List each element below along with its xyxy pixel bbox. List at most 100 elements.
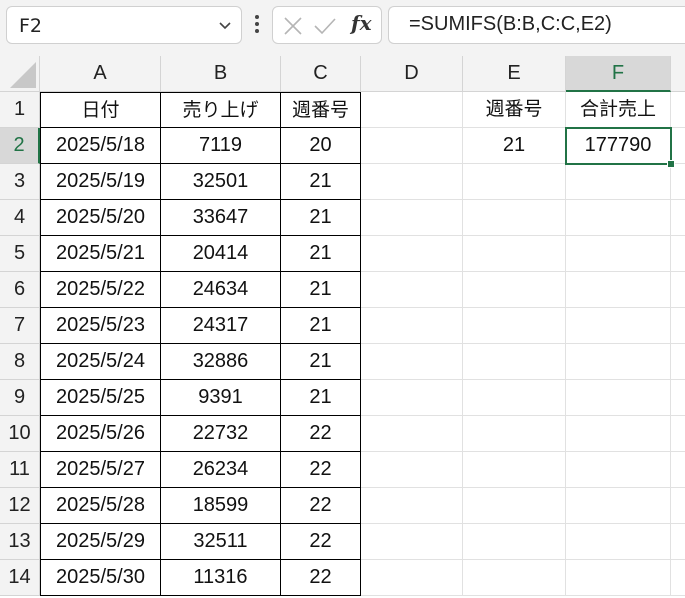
insert-function-button[interactable]: fx — [351, 11, 372, 35]
cell[interactable] — [361, 164, 463, 200]
table-cell[interactable]: 20414 — [161, 236, 281, 272]
cell[interactable] — [671, 272, 685, 308]
table-cell[interactable]: 21 — [281, 308, 361, 344]
enter-check-icon[interactable] — [313, 16, 337, 36]
row-header-4[interactable]: 4 — [0, 200, 40, 236]
column-header-f[interactable]: F — [566, 56, 671, 92]
cell[interactable] — [671, 488, 685, 524]
table-cell[interactable]: 21 — [281, 200, 361, 236]
table-cell[interactable]: 32501 — [161, 164, 281, 200]
row-header-3[interactable]: 3 — [0, 164, 40, 200]
column-header-c[interactable]: C — [281, 56, 361, 92]
table-cell[interactable]: 2025/5/30 — [40, 560, 161, 596]
select-all-button[interactable] — [0, 56, 40, 92]
cell[interactable] — [361, 308, 463, 344]
cell[interactable] — [566, 164, 671, 200]
row-header-6[interactable]: 6 — [0, 272, 40, 308]
table-cell[interactable]: 2025/5/24 — [40, 344, 161, 380]
table-cell[interactable]: 2025/5/25 — [40, 380, 161, 416]
table-cell[interactable]: 22 — [281, 524, 361, 560]
table-cell[interactable]: 日付 — [40, 92, 161, 128]
cell[interactable] — [566, 236, 671, 272]
table-cell[interactable]: 9391 — [161, 380, 281, 416]
cell[interactable] — [566, 416, 671, 452]
cell[interactable] — [671, 128, 685, 164]
row-header-2[interactable]: 2 — [0, 128, 40, 164]
table-cell[interactable]: 21 — [281, 272, 361, 308]
cell[interactable] — [361, 236, 463, 272]
cell[interactable] — [671, 92, 685, 128]
row-header-12[interactable]: 12 — [0, 488, 40, 524]
table-cell[interactable]: 売り上げ — [161, 92, 281, 128]
fill-handle[interactable] — [667, 160, 675, 168]
table-cell[interactable]: 32511 — [161, 524, 281, 560]
cell[interactable] — [463, 524, 566, 560]
cell[interactable] — [463, 236, 566, 272]
cell[interactable] — [671, 164, 685, 200]
cancel-icon[interactable] — [283, 16, 303, 36]
table-cell[interactable]: 21 — [281, 380, 361, 416]
row-header-9[interactable]: 9 — [0, 380, 40, 416]
table-cell[interactable]: 22 — [281, 560, 361, 596]
cell[interactable] — [361, 344, 463, 380]
table-cell[interactable]: 32886 — [161, 344, 281, 380]
cell[interactable] — [361, 452, 463, 488]
cell[interactable] — [463, 272, 566, 308]
table-cell[interactable]: 2025/5/20 — [40, 200, 161, 236]
row-header-5[interactable]: 5 — [0, 236, 40, 272]
row-header-7[interactable]: 7 — [0, 308, 40, 344]
cell[interactable] — [463, 164, 566, 200]
formula-input[interactable]: =SUMIFS(B:B,C:C,E2) — [388, 6, 685, 44]
cell[interactable] — [361, 380, 463, 416]
column-header-b[interactable]: B — [161, 56, 281, 92]
row-header-10[interactable]: 10 — [0, 416, 40, 452]
cell[interactable] — [671, 452, 685, 488]
row-header-8[interactable]: 8 — [0, 344, 40, 380]
cell[interactable] — [671, 344, 685, 380]
table-cell[interactable]: 2025/5/21 — [40, 236, 161, 272]
cell[interactable] — [566, 344, 671, 380]
table-cell[interactable]: 22 — [281, 416, 361, 452]
cell[interactable] — [361, 200, 463, 236]
cell[interactable] — [463, 344, 566, 380]
table-cell[interactable]: 2025/5/18 — [40, 128, 161, 164]
cell[interactable] — [671, 200, 685, 236]
row-header-1[interactable]: 1 — [0, 92, 40, 128]
table-cell[interactable]: 2025/5/22 — [40, 272, 161, 308]
table-cell[interactable]: 2025/5/28 — [40, 488, 161, 524]
table-cell[interactable]: 2025/5/23 — [40, 308, 161, 344]
table-cell[interactable]: 2025/5/27 — [40, 452, 161, 488]
cell[interactable] — [566, 452, 671, 488]
cell[interactable] — [361, 488, 463, 524]
lookup-label-week[interactable]: 週番号 — [463, 92, 566, 128]
cell[interactable] — [671, 524, 685, 560]
name-box[interactable]: F2 — [6, 6, 242, 44]
table-cell[interactable]: 週番号 — [281, 92, 361, 128]
lookup-label-total[interactable]: 合計売上 — [566, 92, 671, 128]
cell[interactable] — [566, 308, 671, 344]
table-cell[interactable]: 26234 — [161, 452, 281, 488]
column-header-a[interactable]: A — [40, 56, 161, 92]
table-cell[interactable]: 2025/5/19 — [40, 164, 161, 200]
table-cell[interactable]: 11316 — [161, 560, 281, 596]
table-cell[interactable]: 7119 — [161, 128, 281, 164]
table-cell[interactable]: 20 — [281, 128, 361, 164]
cell[interactable] — [566, 524, 671, 560]
cell[interactable] — [671, 380, 685, 416]
cell[interactable] — [361, 416, 463, 452]
column-header-d[interactable]: D — [361, 56, 463, 92]
more-options-icon[interactable] — [252, 12, 262, 36]
table-cell[interactable]: 24634 — [161, 272, 281, 308]
cell[interactable] — [463, 416, 566, 452]
row-header-14[interactable]: 14 — [0, 560, 40, 596]
cell[interactable] — [361, 92, 463, 128]
table-cell[interactable]: 22732 — [161, 416, 281, 452]
row-header-13[interactable]: 13 — [0, 524, 40, 560]
column-header-e[interactable]: E — [463, 56, 566, 92]
table-cell[interactable]: 21 — [281, 344, 361, 380]
cell[interactable] — [361, 272, 463, 308]
cell[interactable] — [463, 200, 566, 236]
table-cell[interactable]: 21 — [281, 164, 361, 200]
table-cell[interactable]: 22 — [281, 488, 361, 524]
cell[interactable] — [566, 200, 671, 236]
